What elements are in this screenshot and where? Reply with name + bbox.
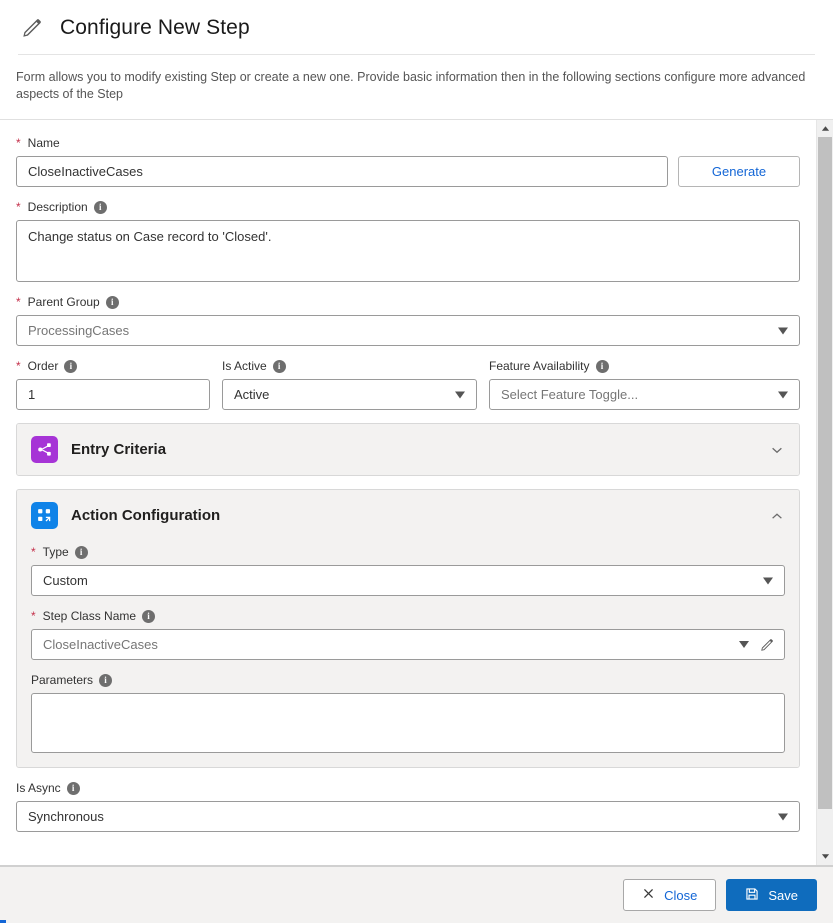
type-select[interactable]: Custom (31, 565, 785, 596)
close-button[interactable]: Close (623, 879, 716, 911)
required-asterisk: * (16, 295, 21, 310)
field-order: * Order i (16, 359, 210, 410)
info-icon[interactable]: i (106, 296, 119, 309)
parent-group-select-wrap: ProcessingCases (16, 315, 800, 346)
info-icon[interactable]: i (273, 360, 286, 373)
info-icon[interactable]: i (94, 201, 107, 214)
scroll-down-arrow-icon[interactable] (817, 848, 833, 865)
field-step-class-name-label: * Step Class Name i (31, 609, 785, 624)
section-action-configuration: Action Configuration * Type i (16, 489, 800, 768)
section-entry-criteria: Entry Criteria (16, 423, 800, 476)
required-asterisk: * (31, 609, 36, 624)
pencil-icon (18, 14, 46, 42)
field-order-label: * Order i (16, 359, 210, 374)
field-parameters-label-text: Parameters (31, 673, 93, 688)
step-class-name-icons (739, 637, 775, 653)
info-icon[interactable]: i (67, 782, 80, 795)
entry-criteria-title: Entry Criteria (71, 441, 756, 458)
action-grid-icon (31, 502, 58, 529)
field-description-label-text: Description (28, 200, 88, 215)
action-configuration-header[interactable]: Action Configuration (17, 490, 799, 541)
required-asterisk: * (16, 359, 21, 374)
field-parent-group-label: * Parent Group i (16, 295, 800, 310)
header-title-row: Configure New Step (18, 14, 815, 54)
required-asterisk: * (16, 200, 21, 215)
chevron-up-icon[interactable] (769, 508, 785, 524)
field-name-label-text: Name (28, 136, 60, 151)
scrollbar-thumb[interactable] (818, 137, 832, 809)
feature-availability-select[interactable]: Select Feature Toggle... (489, 379, 800, 410)
field-description: * Description i (16, 200, 800, 282)
description-textarea[interactable] (16, 220, 800, 282)
field-is-async-label-text: Is Async (16, 781, 61, 796)
form-content: * Name Generate * Description i (0, 120, 816, 865)
action-configuration-title: Action Configuration (71, 507, 756, 524)
save-disk-icon (745, 887, 759, 904)
parameters-textarea[interactable] (31, 693, 785, 753)
info-icon[interactable]: i (64, 360, 77, 373)
configure-step-dialog: Configure New Step Form allows you to mo… (0, 0, 833, 923)
close-x-icon (642, 887, 655, 903)
step-class-name-input[interactable]: CloseInactiveCases (31, 629, 785, 660)
chevron-down-icon[interactable] (769, 442, 785, 458)
field-parameters-label: Parameters i (31, 673, 785, 688)
field-type: * Type i Custom (31, 545, 785, 596)
step-class-name-lookup-wrap: CloseInactiveCases (31, 629, 785, 660)
field-parameters: Parameters i (31, 673, 785, 753)
dialog-header: Configure New Step (0, 0, 833, 55)
save-button[interactable]: Save (726, 879, 817, 911)
pencil-icon[interactable] (759, 637, 775, 653)
scroll-up-arrow-icon[interactable] (817, 120, 833, 137)
field-order-label-text: Order (28, 359, 59, 374)
dialog-subtitle: Form allows you to modify existing Step … (0, 55, 825, 119)
form-scroll-area: * Name Generate * Description i (0, 119, 833, 866)
field-is-async-label: Is Async i (16, 781, 800, 796)
chevron-down-icon[interactable] (739, 641, 749, 648)
generate-button[interactable]: Generate (678, 156, 800, 187)
name-input-row: Generate (16, 156, 800, 187)
info-icon[interactable]: i (75, 546, 88, 559)
dialog-footer: Close Save (0, 866, 833, 923)
field-step-class-name: * Step Class Name i CloseInactiveCases (31, 609, 785, 660)
parent-group-select[interactable]: ProcessingCases (16, 315, 800, 346)
field-is-async: Is Async i Synchronous (16, 781, 800, 832)
nodes-icon (31, 436, 58, 463)
is-async-select-wrap: Synchronous (16, 801, 800, 832)
type-select-wrap: Custom (31, 565, 785, 596)
action-configuration-body: * Type i Custom * Step Class (17, 541, 799, 767)
field-is-active-label: Is Active i (222, 359, 477, 374)
field-is-active-label-text: Is Active (222, 359, 267, 374)
field-feature-availability-label: Feature Availability i (489, 359, 800, 374)
close-button-label: Close (664, 888, 697, 903)
field-is-active: Is Active i Active (222, 359, 477, 410)
order-input[interactable] (16, 379, 210, 410)
field-description-label: * Description i (16, 200, 800, 215)
vertical-scrollbar[interactable] (816, 120, 833, 865)
save-button-label: Save (768, 888, 798, 903)
is-active-select[interactable]: Active (222, 379, 477, 410)
field-type-label: * Type i (31, 545, 785, 560)
field-name-label: * Name (16, 136, 800, 151)
entry-criteria-header[interactable]: Entry Criteria (17, 424, 799, 475)
is-active-select-wrap: Active (222, 379, 477, 410)
page-title: Configure New Step (60, 16, 250, 40)
field-step-class-name-label-text: Step Class Name (43, 609, 136, 624)
order-active-feature-row: * Order i Is Active i Active (16, 359, 800, 410)
is-async-select[interactable]: Synchronous (16, 801, 800, 832)
field-parent-group: * Parent Group i ProcessingCases (16, 295, 800, 346)
name-input[interactable] (16, 156, 668, 187)
field-parent-group-label-text: Parent Group (28, 295, 100, 310)
field-feature-availability: Feature Availability i Select Feature To… (489, 359, 800, 410)
info-icon[interactable]: i (99, 674, 112, 687)
feature-availability-select-wrap: Select Feature Toggle... (489, 379, 800, 410)
required-asterisk: * (16, 136, 21, 151)
info-icon[interactable]: i (596, 360, 609, 373)
field-name: * Name Generate (16, 136, 800, 187)
info-icon[interactable]: i (142, 610, 155, 623)
field-type-label-text: Type (43, 545, 69, 560)
field-feature-availability-label-text: Feature Availability (489, 359, 590, 374)
required-asterisk: * (31, 545, 36, 560)
